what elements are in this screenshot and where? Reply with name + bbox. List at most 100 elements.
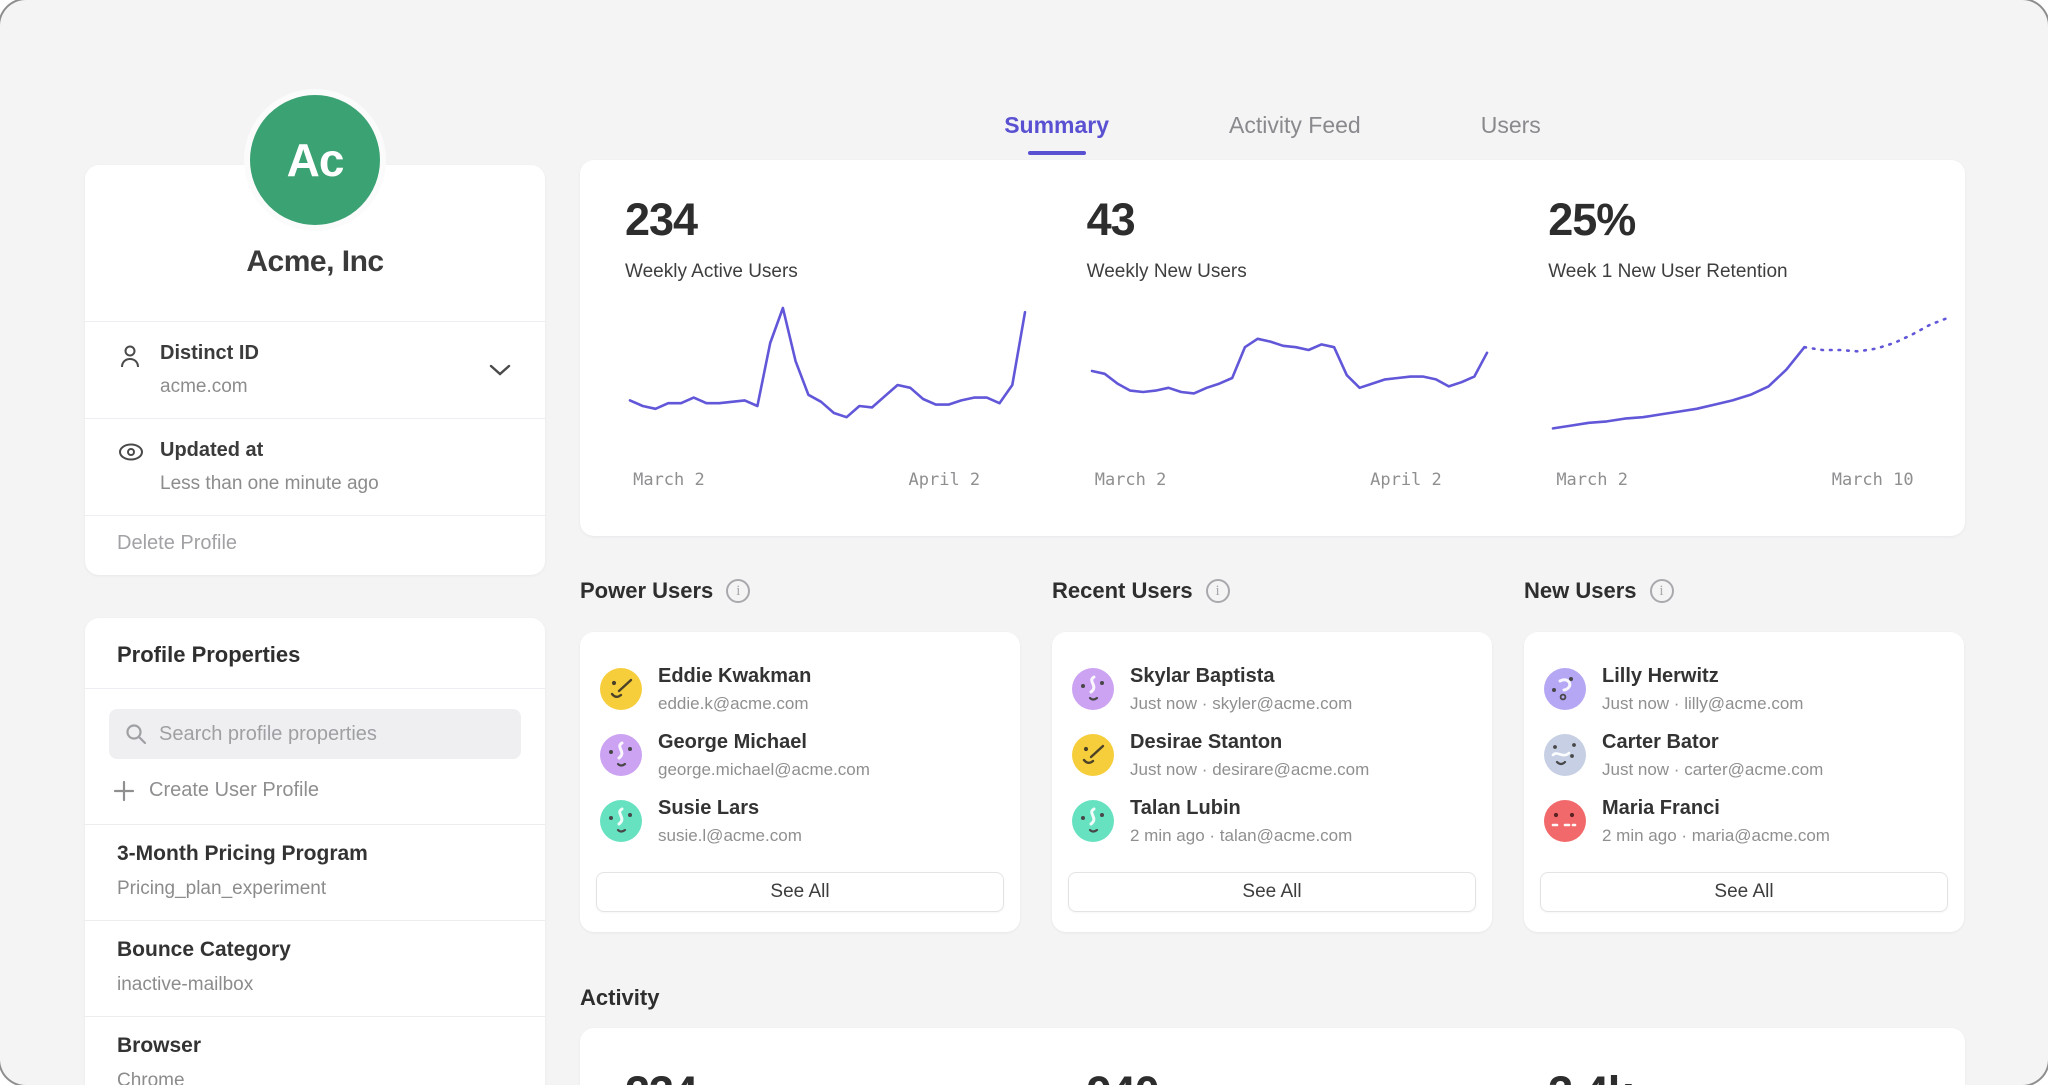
tab-active-underline	[1028, 151, 1086, 155]
user-row[interactable]: Talan Lubin 2 min ago · talan@acme.com	[1052, 788, 1492, 854]
section-title: New Users	[1524, 578, 1637, 604]
stat-week1-retention: 25% Week 1 New User Retention March 2 Ma…	[1503, 160, 1965, 536]
user-row[interactable]: Carter Bator Just now · carter@acme.com	[1524, 722, 1964, 788]
user-row[interactable]: Skylar Baptista Just now · skyler@acme.c…	[1052, 656, 1492, 722]
user-row[interactable]: Eddie Kwakman eddie.k@acme.com	[580, 656, 1020, 722]
user-avatar-face-icon	[600, 668, 642, 710]
tab-summary[interactable]: Summary	[1004, 112, 1109, 155]
property-item[interactable]: Browser Chrome	[85, 1016, 545, 1085]
user-texts: Desirae Stanton Just now · desirare@acme…	[1130, 731, 1369, 780]
section-header: Power Users i	[580, 578, 1020, 604]
user-name: George Michael	[658, 731, 870, 754]
user-avatar-face-icon	[600, 800, 642, 842]
section-header: Recent Users i	[1052, 578, 1492, 604]
user-row[interactable]: Desirae Stanton Just now · desirare@acme…	[1052, 722, 1492, 788]
updated-at-row: Updated at Less than one minute ago	[85, 419, 545, 515]
user-subtext: Just now · desirare@acme.com	[1130, 760, 1369, 780]
power-users-card: Eddie Kwakman eddie.k@acme.com George Mi…	[580, 632, 1020, 932]
info-icon[interactable]: i	[1650, 579, 1674, 603]
user-texts: Skylar Baptista Just now · skyler@acme.c…	[1130, 665, 1352, 714]
activity-card: 234 940 3.4k	[580, 1028, 1965, 1085]
user-row[interactable]: Maria Franci 2 min ago · maria@acme.com	[1524, 788, 1964, 854]
user-name: Desirae Stanton	[1130, 731, 1369, 754]
chart-x-axis: March 2 April 2	[625, 470, 1030, 494]
user-texts: Talan Lubin 2 min ago · talan@acme.com	[1130, 797, 1352, 846]
x-tick: March 10	[1832, 470, 1914, 490]
stat-weekly-new-users: 43 Weekly New Users March 2 April 2	[1042, 160, 1504, 536]
distinct-id-label: Distinct ID	[160, 342, 471, 365]
user-name: Eddie Kwakman	[658, 665, 811, 688]
updated-at-value: Less than one minute ago	[160, 473, 513, 495]
chart-x-axis: March 2 March 10	[1548, 470, 1953, 494]
x-tick: March 2	[1556, 470, 1628, 490]
user-avatar-face-icon	[1072, 800, 1114, 842]
chevron-down-icon[interactable]	[487, 362, 513, 378]
weekly-new-users-chart	[1087, 303, 1492, 458]
activity-stat-value: 234	[625, 1067, 1042, 1085]
info-icon[interactable]: i	[726, 579, 750, 603]
see-all-button[interactable]: See All	[596, 872, 1004, 912]
person-icon	[118, 342, 144, 370]
user-subtext: Just now · skyler@acme.com	[1130, 694, 1352, 714]
user-avatar-face-icon	[600, 734, 642, 776]
property-name: Bounce Category	[117, 938, 513, 962]
user-name: Talan Lubin	[1130, 797, 1352, 820]
user-row[interactable]: Susie Lars susie.l@acme.com	[580, 788, 1020, 854]
user-texts: Eddie Kwakman eddie.k@acme.com	[658, 665, 811, 714]
distinct-id-row: Distinct ID acme.com	[85, 322, 545, 418]
user-avatar-face-icon	[1072, 668, 1114, 710]
new-users-card: Lilly Herwitz Just now · lilly@acme.com …	[1524, 632, 1964, 932]
profile-properties-search[interactable]	[109, 709, 521, 759]
search-input[interactable]	[159, 723, 505, 746]
distinct-id-value: acme.com	[160, 376, 471, 398]
org-avatar: Ac	[244, 89, 386, 231]
x-tick: March 2	[633, 470, 705, 490]
profile-properties-title: Profile Properties	[85, 618, 545, 688]
tab-bar: Summary Activity Feed Users	[580, 112, 1965, 155]
user-row[interactable]: George Michael george.michael@acme.com	[580, 722, 1020, 788]
stat-value: 43	[1087, 194, 1504, 246]
x-tick: April 2	[909, 470, 981, 490]
stat-value: 234	[625, 194, 1042, 246]
distinct-id-texts: Distinct ID acme.com	[160, 342, 471, 398]
stat-value: 25%	[1548, 194, 1965, 246]
property-value: Pricing_plan_experiment	[117, 878, 513, 900]
user-subtext: Just now · carter@acme.com	[1602, 760, 1823, 780]
week1-retention-chart	[1548, 303, 1953, 458]
activity-stat-value: 3.4k	[1548, 1067, 1965, 1085]
org-avatar-initials: Ac	[287, 133, 344, 187]
updated-at-texts: Updated at Less than one minute ago	[160, 439, 513, 495]
recent-users-section: Recent Users i Skylar Baptista Just now …	[1052, 578, 1492, 932]
user-subtext: 2 min ago · maria@acme.com	[1602, 826, 1830, 846]
user-avatar-face-icon	[1544, 668, 1586, 710]
user-subtext: 2 min ago · talan@acme.com	[1130, 826, 1352, 846]
property-item[interactable]: 3-Month Pricing Program Pricing_plan_exp…	[85, 824, 545, 920]
sidebar: Ac Acme, Inc Distinct ID acme.com	[85, 89, 545, 1085]
section-title: Power Users	[580, 578, 713, 604]
tab-activity-feed[interactable]: Activity Feed	[1229, 112, 1361, 155]
recent-users-card: Skylar Baptista Just now · skyler@acme.c…	[1052, 632, 1492, 932]
see-all-button[interactable]: See All	[1540, 872, 1948, 912]
create-user-profile-button[interactable]: Create User Profile	[85, 759, 545, 824]
divider	[85, 688, 545, 689]
delete-profile-button[interactable]: Delete Profile	[85, 516, 545, 575]
activity-stat-value: 940	[1087, 1067, 1504, 1085]
user-avatar-face-icon	[1544, 734, 1586, 776]
property-item[interactable]: Bounce Category inactive-mailbox	[85, 920, 545, 1016]
user-sections: Power Users i Eddie Kwakman eddie.k@acme…	[580, 578, 1965, 932]
user-row[interactable]: Lilly Herwitz Just now · lilly@acme.com	[1524, 656, 1964, 722]
tab-users[interactable]: Users	[1481, 112, 1541, 155]
user-subtext: george.michael@acme.com	[658, 760, 870, 780]
user-texts: Carter Bator Just now · carter@acme.com	[1602, 731, 1823, 780]
stat-weekly-active-users: 234 Weekly Active Users March 2 April 2	[580, 160, 1042, 536]
weekly-active-users-chart	[625, 303, 1030, 458]
info-icon[interactable]: i	[1206, 579, 1230, 603]
user-name: Skylar Baptista	[1130, 665, 1352, 688]
stat-label: Weekly Active Users	[625, 261, 1042, 283]
user-texts: Susie Lars susie.l@acme.com	[658, 797, 802, 846]
see-all-button[interactable]: See All	[1068, 872, 1476, 912]
chart-x-axis: March 2 April 2	[1087, 470, 1492, 494]
user-name: Lilly Herwitz	[1602, 665, 1803, 688]
user-subtext: susie.l@acme.com	[658, 826, 802, 846]
x-tick: April 2	[1370, 470, 1442, 490]
